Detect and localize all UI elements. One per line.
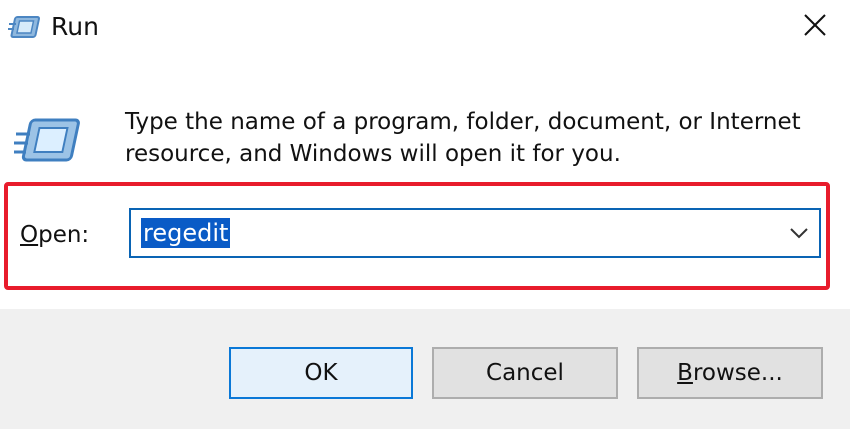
open-input[interactable]: regedit: [129, 208, 821, 258]
ok-button[interactable]: OK: [229, 347, 413, 399]
window-title: Run: [51, 12, 99, 41]
run-icon: [8, 16, 41, 38]
dialog-content: Type the name of a program, folder, docu…: [0, 56, 850, 309]
open-label: Open:: [20, 219, 89, 251]
button-bar: OK Cancel Browse...: [0, 309, 850, 429]
open-field-highlight: Open: regedit: [4, 182, 830, 290]
open-label-rest: pen:: [38, 222, 90, 248]
cancel-button[interactable]: Cancel: [432, 347, 618, 399]
run-dialog: Run Type the name of a program, folder, …: [0, 0, 850, 429]
browse-label-rest: rowse...: [692, 360, 783, 386]
close-button[interactable]: [780, 0, 850, 56]
title-bar[interactable]: Run: [0, 0, 850, 56]
open-label-accelerator: O: [20, 222, 39, 248]
run-icon-large: [14, 118, 80, 162]
chevron-down-icon[interactable]: [787, 224, 811, 242]
open-input-value[interactable]: regedit: [141, 218, 231, 248]
dialog-description: Type the name of a program, folder, docu…: [125, 109, 801, 167]
browse-accelerator: B: [677, 360, 693, 386]
close-icon: [804, 14, 826, 36]
browse-button[interactable]: Browse...: [637, 347, 823, 399]
